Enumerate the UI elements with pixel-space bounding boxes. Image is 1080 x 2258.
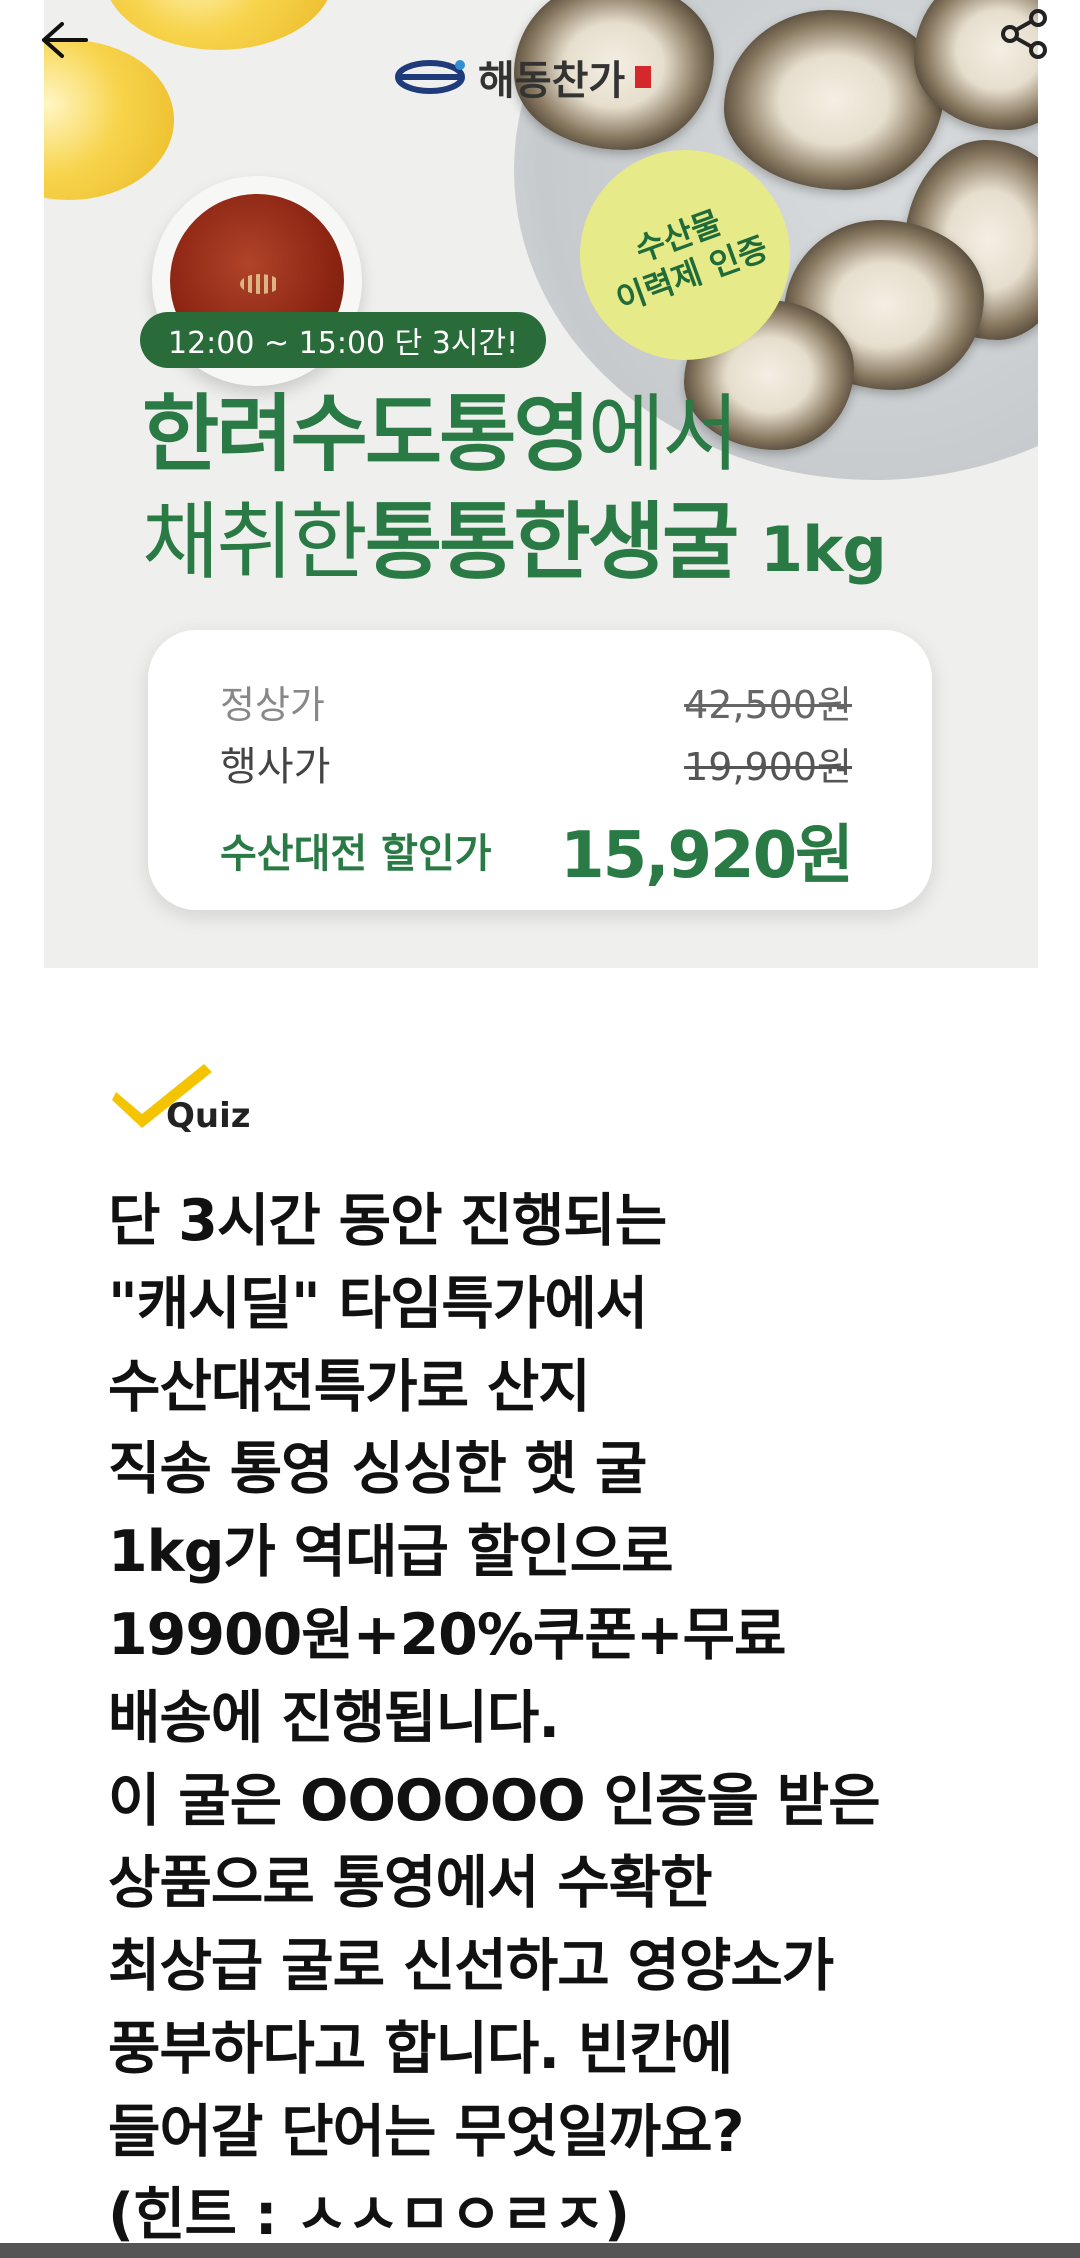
quiz-label: Quiz — [166, 1096, 251, 1136]
headline-bold: 통통한생굴 — [364, 493, 739, 591]
question-line: 풍부하다고 합니다. 빈칸에 — [108, 2015, 733, 2082]
regular-price-label: 정상가 — [220, 683, 325, 727]
question-line: 1kg가 역대급 할인으로 — [108, 1519, 674, 1586]
headline-unit: 1kg — [759, 513, 887, 586]
regular-price-value: 42,500원 — [684, 683, 852, 727]
question-line: "캐시딜" 타임특가에서 — [108, 1270, 648, 1337]
headline-bold: 한려수도통영 — [142, 385, 591, 483]
headline-light: 채취한 — [142, 493, 368, 591]
bottom-divider — [0, 2243, 1080, 2258]
question-line: 19900원+20%쿠폰+무료 — [108, 1601, 786, 1668]
price-card: 정상가 42,500원 행사가 19,900원 수산대전 할인가 15,920원 — [148, 630, 932, 910]
lemon-image — [104, 0, 334, 50]
headline-light: 에서 — [587, 385, 740, 483]
discount-price-value: 15,920원 — [560, 819, 854, 893]
quiz-question: 단 3시간 동안 진행되는 "캐시딜" 타임특가에서 수산대전특가로 산지 직송… — [108, 1180, 1008, 2256]
brand-seal-icon — [635, 66, 652, 88]
discount-price-label: 수산대전 할인가 — [220, 831, 492, 877]
event-price-value: 19,900원 — [684, 744, 852, 789]
question-line: 수산대전특가로 산지 — [108, 1353, 591, 1420]
question-line: 직송 통영 싱싱한 햇 굴 — [108, 1436, 647, 1503]
headline: 한려수도통영에서 채취한통통한생굴 1kg — [142, 380, 887, 604]
question-line: 들어갈 단어는 무엇일까요? — [108, 2098, 745, 2165]
question-line: 배송에 진행됩니다. — [108, 1684, 560, 1751]
event-price-label: 행사가 — [220, 744, 331, 790]
question-line: 상품으로 통영에서 수확한 — [108, 1850, 713, 1917]
share-button[interactable] — [990, 4, 1060, 64]
brand-logo: 해동찬가 — [394, 48, 652, 106]
question-line: 단 3시간 동안 진행되는 — [108, 1188, 667, 1254]
brand-name: 해동찬가 — [478, 58, 626, 104]
question-line: 이 굴은 OOOOOO 인증을 받은 — [108, 1767, 881, 1834]
back-button[interactable] — [38, 10, 108, 70]
arrow-left-icon — [42, 22, 88, 58]
brand-logo-icon — [395, 60, 465, 94]
time-limit-badge: 12:00 ~ 15:00 단 3시간! — [140, 312, 547, 368]
share-icon — [1001, 9, 1047, 59]
oyster-image — [724, 10, 944, 190]
question-line: 최상급 굴로 신선하고 영양소가 — [108, 1933, 834, 2000]
promo-banner[interactable]: 해동찬가 수산물 이력제 인증 12:00 ~ 15:00 단 3시간! 한려수… — [44, 0, 1038, 968]
